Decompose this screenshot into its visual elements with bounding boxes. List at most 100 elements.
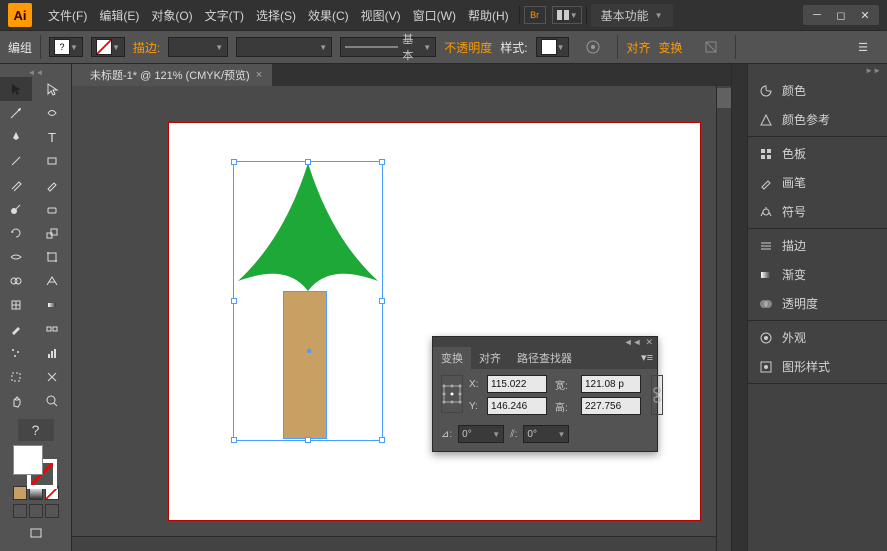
fill-dropdown[interactable]: ?▼ <box>49 37 83 57</box>
lasso-tool[interactable] <box>36 101 68 125</box>
panel-gradient[interactable]: 渐变 <box>748 260 887 289</box>
align-label[interactable]: 对齐 <box>626 39 650 56</box>
workspace-switcher[interactable]: 基本功能 ▼ <box>591 4 673 27</box>
panel-collapse-icon[interactable]: ◄◄ <box>624 337 642 347</box>
recolor-button[interactable] <box>577 35 609 59</box>
screen-mode-button[interactable] <box>20 524 52 543</box>
canvas[interactable]: ◄◄ ✕ 变换 对齐 路径查找器 ▾≡ <box>72 86 731 551</box>
type-tool[interactable]: T <box>36 125 68 149</box>
tab-close-icon[interactable]: × <box>256 69 262 81</box>
menu-text[interactable]: 文字(T) <box>199 3 250 28</box>
panel-swatches[interactable]: 色板 <box>748 139 887 168</box>
shear-input[interactable]: 0°▼ <box>523 425 569 443</box>
panel-graphic-styles[interactable]: 图形样式 <box>748 352 887 381</box>
panel-symbols[interactable]: 符号 <box>748 197 887 226</box>
angle-input[interactable]: 0°▼ <box>458 425 504 443</box>
horizontal-scrollbar[interactable] <box>72 536 716 551</box>
fill-swatch[interactable] <box>13 445 43 475</box>
maximize-button[interactable]: ◻ <box>829 7 853 23</box>
draw-normal-button[interactable] <box>13 504 27 518</box>
gradient-tool[interactable] <box>36 293 68 317</box>
selection-box[interactable] <box>233 161 383 441</box>
panels-collapse-icon[interactable]: ►► <box>865 66 881 72</box>
menu-view[interactable]: 视图(V) <box>355 3 407 28</box>
scale-tool[interactable] <box>36 221 68 245</box>
panel-color[interactable]: 颜色 <box>748 76 887 105</box>
pen-tool[interactable] <box>0 125 32 149</box>
document-tabs: 未标题-1* @ 121% (CMYK/预览) × <box>72 64 731 86</box>
toolbox-collapse-icon[interactable]: ◄◄ <box>28 68 44 77</box>
paintbrush-tool[interactable] <box>0 173 32 197</box>
panel-close-icon[interactable]: ✕ <box>645 337 653 348</box>
direct-selection-tool[interactable] <box>36 77 68 101</box>
draw-behind-button[interactable] <box>29 504 43 518</box>
width-tool[interactable] <box>0 245 32 269</box>
style-dropdown[interactable]: ▼ <box>536 37 570 57</box>
options-menu-button[interactable]: ☰ <box>847 35 879 59</box>
pathfinder-tab[interactable]: 路径查找器 <box>509 347 580 369</box>
document-tab[interactable]: 未标题-1* @ 121% (CMYK/预览) × <box>80 64 272 86</box>
panel-color-guide[interactable]: 颜色参考 <box>748 105 887 134</box>
menu-window[interactable]: 窗口(W) <box>407 3 462 28</box>
y-input[interactable] <box>487 397 547 415</box>
height-input[interactable] <box>581 397 641 415</box>
slice-tool[interactable] <box>36 365 68 389</box>
line-tool[interactable] <box>0 149 32 173</box>
blob-brush-tool[interactable] <box>0 197 32 221</box>
minimize-button[interactable]: ─ <box>805 7 829 23</box>
reference-point-icon[interactable] <box>441 375 463 413</box>
bridge-button[interactable]: Br <box>524 6 546 24</box>
x-input[interactable] <box>487 375 547 393</box>
fill-stroke-control[interactable] <box>13 445 59 482</box>
artboard-tool[interactable] <box>0 365 32 389</box>
hand-tool[interactable] <box>0 389 32 413</box>
column-graph-tool[interactable] <box>36 341 68 365</box>
panel-transparency[interactable]: 透明度 <box>748 289 887 318</box>
panel-brushes[interactable]: 画笔 <box>748 168 887 197</box>
menu-select[interactable]: 选择(S) <box>250 3 302 28</box>
eraser-tool[interactable] <box>36 197 68 221</box>
blend-tool[interactable] <box>36 317 68 341</box>
mesh-tool[interactable] <box>0 293 32 317</box>
width-input[interactable] <box>581 375 641 393</box>
menu-object[interactable]: 对象(O) <box>145 3 198 28</box>
perspective-grid-tool[interactable] <box>36 269 68 293</box>
stroke-weight-input[interactable]: ▼ <box>168 37 228 57</box>
color-mode-button[interactable] <box>13 486 27 500</box>
selection-mode-label: 编组 <box>8 39 32 56</box>
transform-label[interactable]: 变换 <box>659 39 683 56</box>
panel-menu-icon[interactable]: ▾≡ <box>637 347 657 369</box>
free-transform-tool[interactable] <box>36 245 68 269</box>
opacity-label[interactable]: 不透明度 <box>444 39 492 56</box>
selection-tool[interactable] <box>0 77 32 101</box>
align-tab[interactable]: 对齐 <box>471 347 509 369</box>
constrain-proportions-button[interactable] <box>651 375 663 415</box>
draw-inside-button[interactable] <box>45 504 59 518</box>
transform-tab[interactable]: 变换 <box>433 347 471 369</box>
menu-help[interactable]: 帮助(H) <box>462 3 515 28</box>
rectangle-tool[interactable] <box>36 149 68 173</box>
rotate-tool[interactable] <box>0 221 32 245</box>
arrange-button[interactable]: ▼ <box>552 6 582 24</box>
magic-wand-tool[interactable] <box>0 101 32 125</box>
menu-effect[interactable]: 效果(C) <box>302 3 355 28</box>
eyedropper-tool[interactable] <box>0 317 32 341</box>
stroke-dropdown[interactable]: ▼ <box>91 37 125 57</box>
variable-width-profile[interactable]: ▼ <box>236 37 332 57</box>
menu-edit[interactable]: 编辑(E) <box>93 3 145 28</box>
symbol-sprayer-tool[interactable] <box>0 341 32 365</box>
transform-panel[interactable]: ◄◄ ✕ 变换 对齐 路径查找器 ▾≡ <box>432 336 658 452</box>
brush-definition[interactable]: 基本 ▼ <box>340 37 436 57</box>
palette-icon <box>758 83 774 99</box>
panel-dock-strip[interactable] <box>731 64 747 551</box>
vertical-scrollbar[interactable] <box>716 86 731 551</box>
panel-appearance[interactable]: 外观 <box>748 323 887 352</box>
panel-stroke[interactable]: 描边 <box>748 231 887 260</box>
pencil-tool[interactable] <box>36 173 68 197</box>
tool-help[interactable]: ? <box>18 419 54 441</box>
menu-file[interactable]: 文件(F) <box>42 3 93 28</box>
zoom-tool[interactable] <box>36 389 68 413</box>
isolate-button[interactable] <box>695 35 727 59</box>
shape-builder-tool[interactable] <box>0 269 32 293</box>
close-button[interactable]: ✕ <box>853 7 877 23</box>
